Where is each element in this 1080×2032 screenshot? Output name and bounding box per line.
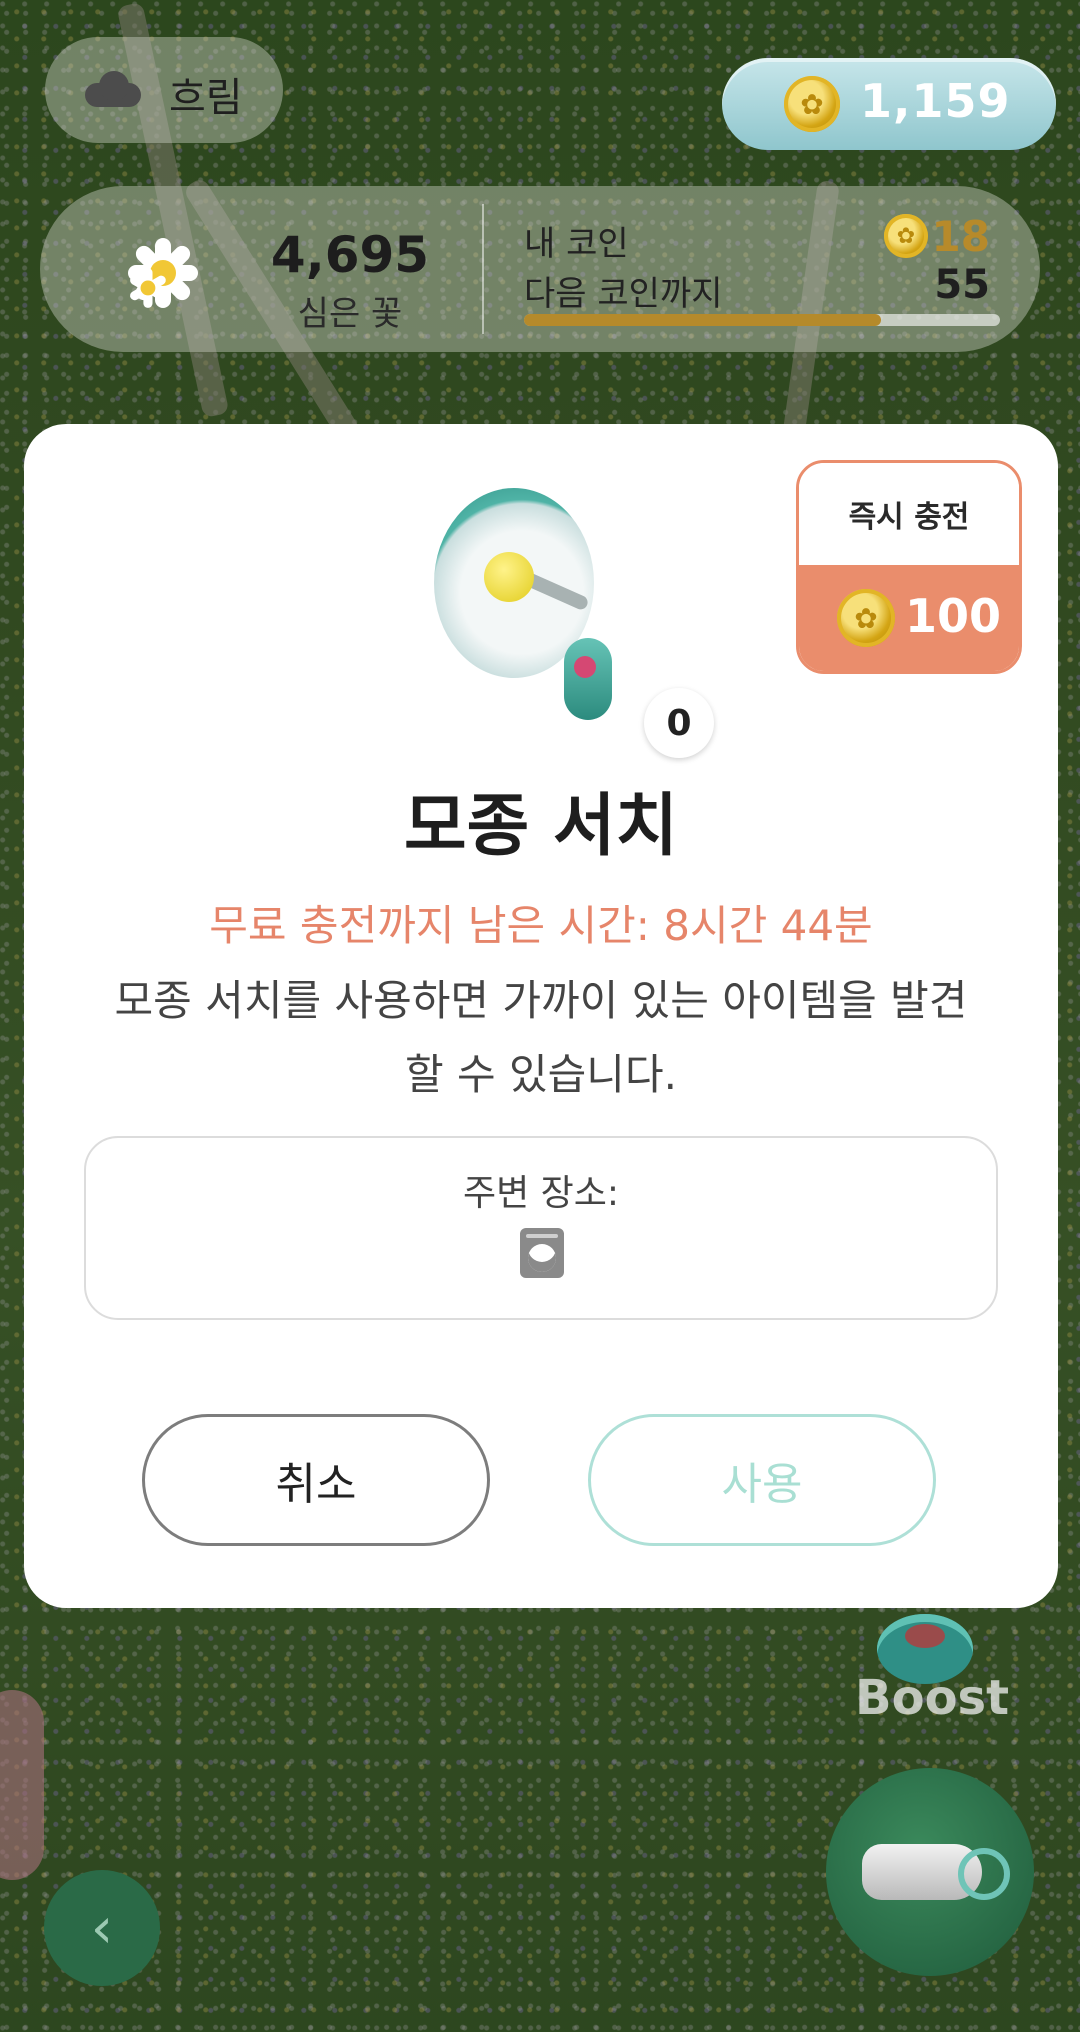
weather-label: 흐림	[169, 75, 243, 121]
next-coin-value: 55	[934, 262, 990, 308]
planted-count: 4,695	[270, 226, 430, 284]
cancel-button[interactable]: 취소	[142, 1414, 490, 1546]
seedling-search-dialog: 즉시 충전 100 0 모종 서치 무료 충전까지 남은 시간: 8시간 44분…	[24, 424, 1058, 1608]
coin-icon	[837, 589, 895, 647]
next-coin-label: 다음 코인까지	[524, 274, 723, 314]
boost-label: Boost	[855, 1670, 1010, 1726]
washing-machine-icon	[520, 1228, 564, 1278]
my-coin-value: 18	[931, 212, 990, 261]
stats-divider	[482, 204, 484, 334]
coin-icon	[784, 76, 840, 132]
side-decoration	[0, 1690, 44, 1880]
daisy-icon	[128, 268, 168, 308]
dialog-description: 모종 서치를 사용하면 가까이 있는 아이템을 발견할 수 있습니다.	[114, 976, 968, 1099]
item-count-badge: 0	[644, 688, 714, 758]
dialog-title: 모종 서치	[404, 787, 678, 866]
nearby-places-box: 주변 장소:	[84, 1136, 998, 1320]
megaphone-icon	[434, 488, 634, 720]
nearby-places-label: 주변 장소:	[462, 1173, 620, 1214]
use-button[interactable]: 사용	[588, 1414, 936, 1546]
flower-stats-panel: 4,695 심은 꽃 내 코인 다음 코인까지 18 55	[40, 186, 1040, 352]
instant-recharge-button[interactable]: 즉시 충전 100	[796, 460, 1022, 674]
recharge-price: 100	[905, 589, 1002, 643]
coin-balance[interactable]: 1,159	[722, 58, 1056, 150]
instant-recharge-price: 100	[799, 565, 1019, 671]
next-coin-progress-fill	[524, 314, 881, 326]
my-coin-label: 내 코인	[524, 224, 629, 264]
coin-total: 1,159	[860, 74, 1011, 128]
whistle-icon	[862, 1834, 1010, 1904]
cloud-icon	[85, 71, 141, 107]
whistle-button[interactable]	[826, 1768, 1034, 1976]
weather-indicator: 흐림	[45, 37, 283, 143]
back-button[interactable]: ‹	[44, 1870, 160, 1986]
coin-icon	[884, 214, 928, 258]
planted-label: 심은 꽃	[297, 294, 403, 334]
instant-recharge-label: 즉시 충전	[799, 463, 1019, 565]
chevron-left-icon: ‹	[90, 1895, 114, 1961]
next-coin-progress	[524, 314, 1000, 326]
boost-button[interactable]: Boost	[855, 1600, 1009, 1740]
free-recharge-timer: 무료 충전까지 남은 시간: 8시간 44분	[209, 901, 873, 950]
